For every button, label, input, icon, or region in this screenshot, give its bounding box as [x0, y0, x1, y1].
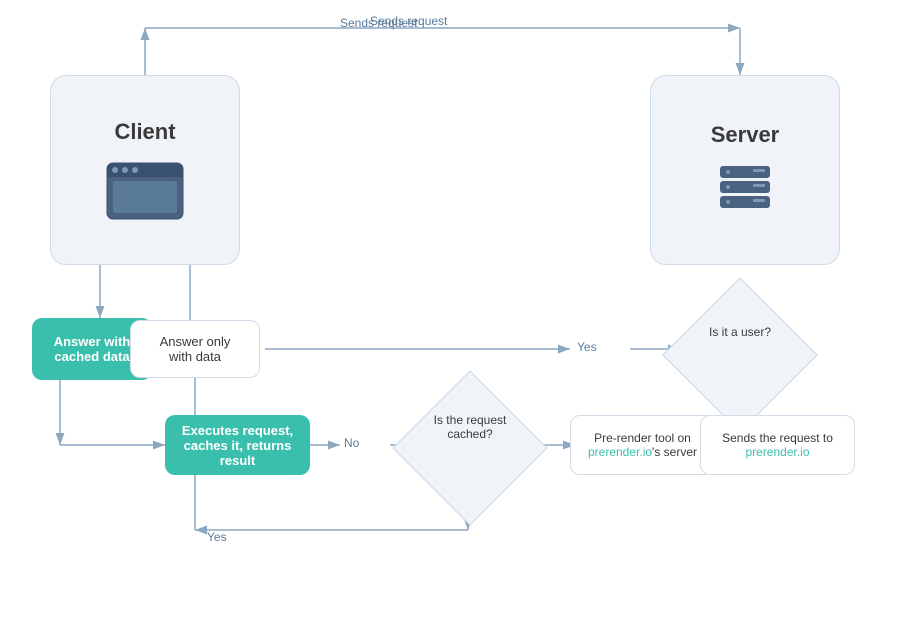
- prerender-tool-node: Pre-render tool onprerender.io's server: [570, 415, 715, 475]
- sends-request-to-node: Sends the request toprerender.io: [700, 415, 855, 475]
- sends-request-label: Sends request: [340, 16, 417, 30]
- client-node: Client: [50, 75, 240, 265]
- yes1-label: Yes: [577, 340, 597, 354]
- answer-cached-label: Answer withcached data: [54, 334, 131, 364]
- executes-node: Executes request,caches it, returns resu…: [165, 415, 310, 475]
- diagram: Sends request Client Server: [0, 0, 900, 640]
- is-user-diamond-container: Is it a user?: [685, 300, 795, 410]
- prerender-link2[interactable]: prerender.io: [745, 445, 809, 459]
- yes2-label: Yes: [207, 530, 227, 544]
- answer-data-label: Answer onlywith data: [160, 334, 231, 364]
- client-label: Client: [114, 119, 175, 145]
- server-node: Server: [650, 75, 840, 265]
- sends-request-to-label: Sends the request toprerender.io: [722, 431, 833, 459]
- is-cached-diamond-container: Is the requestcached?: [415, 393, 525, 503]
- client-icon: [105, 161, 185, 221]
- prerender-tool-label: Pre-render tool onprerender.io's server: [588, 431, 697, 459]
- answer-data-node: Answer onlywith data: [130, 320, 260, 378]
- is-user-diamond: [662, 277, 818, 433]
- server-icon: [715, 164, 775, 219]
- executes-label: Executes request,caches it, returns resu…: [179, 423, 296, 468]
- prerender-link1[interactable]: prerender.io: [588, 445, 652, 459]
- is-cached-diamond: [392, 370, 548, 526]
- server-label: Server: [711, 122, 780, 148]
- no1-label: No: [344, 436, 359, 450]
